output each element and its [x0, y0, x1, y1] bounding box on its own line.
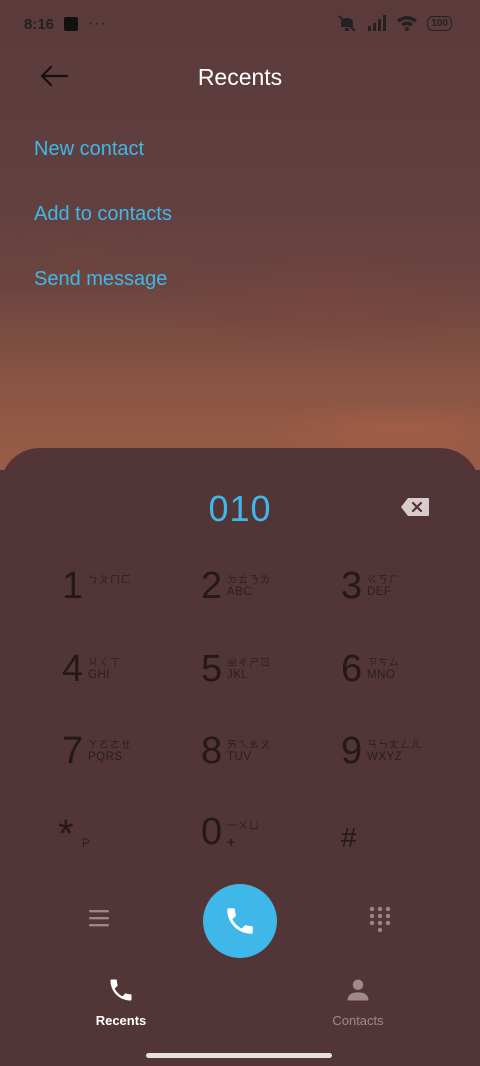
key-letters: ABC [227, 586, 253, 598]
key-bopomofo: ㄐㄑㄒ [88, 658, 121, 669]
key-digit: 2 [201, 565, 223, 607]
dialer-sheet: 010 1 ㄅㄆㄇㄈ 2 ㄉㄊㄋㄌ ABC 3 ㄍㄎㄏ DEF 4 ㄐㄑㄒ GH… [0, 448, 480, 1066]
top-bar: Recents [0, 52, 480, 102]
key-bopomofo: ㄗㄘㄙ [367, 658, 400, 669]
call-button[interactable] [203, 884, 277, 958]
key-digit: 6 [341, 648, 363, 690]
key-bopomofo: 一ㄨㄩ [227, 821, 260, 832]
key-letters: JKL [227, 669, 249, 681]
send-message-link[interactable]: Send message [34, 264, 172, 329]
key-6[interactable]: 6 ㄗㄘㄙ MNO [341, 641, 480, 711]
tab-recents-label: Recents [95, 1013, 147, 1028]
key-5[interactable]: 5 ㄓㄔㄕㄖ JKL [201, 641, 341, 711]
key-letters: DEF [367, 586, 392, 598]
signal-icon [368, 15, 387, 31]
key-letters: MNO [367, 669, 396, 681]
key-digit: 3 [341, 565, 363, 607]
battery-icon: 100 [427, 15, 452, 31]
menu-button[interactable] [88, 908, 112, 930]
bottom-nav: Recents Contacts [0, 976, 480, 1036]
backspace-button[interactable] [400, 497, 432, 519]
more-notifications-icon: ··· [88, 15, 108, 32]
key-digit: # [341, 822, 357, 853]
tab-contacts[interactable]: Contacts [298, 976, 418, 1032]
phone-icon [110, 979, 132, 1001]
page-title: Recents [197, 64, 283, 90]
key-bopomofo: ㄞㄟㄠㄡ [227, 740, 271, 751]
key-0[interactable]: 0 一ㄨㄩ + [201, 804, 341, 874]
new-contact-link[interactable]: New contact [34, 134, 172, 199]
key-bopomofo: ㄚㄛㄜㄝ [88, 740, 132, 751]
key-star[interactable]: * P [58, 804, 198, 874]
key-digit: * [58, 812, 74, 856]
key-4[interactable]: 4 ㄐㄑㄒ GHI [62, 641, 202, 711]
notification-square-icon [64, 17, 79, 31]
key-7[interactable]: 7 ㄚㄛㄜㄝ PQRS [62, 723, 202, 793]
key-digit: 5 [201, 648, 223, 690]
key-bopomofo: ㄢㄣㄤㄥㄦ [367, 740, 422, 751]
key-letters: + [227, 834, 236, 850]
key-letters: PQRS [88, 751, 123, 763]
tab-contacts-label: Contacts [332, 1013, 384, 1028]
key-letters: P [82, 838, 91, 850]
key-digit: 0 [201, 811, 223, 853]
status-bar: 8:16 ··· 100 [0, 0, 480, 50]
number-actions: New contact Add to contacts Send message [34, 134, 172, 329]
key-1[interactable]: 1 ㄅㄆㄇㄈ [62, 558, 202, 628]
key-bopomofo: ㄍㄎㄏ [367, 575, 400, 586]
dialpad-icon [369, 906, 391, 933]
key-digit: 4 [62, 648, 84, 690]
person-icon [347, 979, 369, 1001]
key-8[interactable]: 8 ㄞㄟㄠㄡ TUV [201, 723, 341, 793]
key-bopomofo: ㄅㄆㄇㄈ [88, 575, 132, 586]
key-digit: 7 [62, 730, 84, 772]
key-hash[interactable]: # [341, 804, 480, 874]
key-3[interactable]: 3 ㄍㄎㄏ DEF [341, 558, 480, 628]
key-letters: GHI [88, 669, 110, 681]
status-time: 8:16 [24, 15, 55, 33]
key-bopomofo: ㄓㄔㄕㄖ [227, 658, 271, 669]
add-to-contacts-link[interactable]: Add to contacts [34, 199, 172, 264]
key-digit: 9 [341, 730, 363, 772]
home-indicator[interactable] [146, 1053, 332, 1058]
key-bopomofo: ㄉㄊㄋㄌ [227, 575, 271, 586]
phone-icon [227, 908, 253, 934]
tab-recents[interactable]: Recents [61, 976, 181, 1032]
key-digit: 8 [201, 730, 223, 772]
dialer-controls [0, 884, 480, 964]
menu-icon [89, 910, 109, 927]
key-9[interactable]: 9 ㄢㄣㄤㄥㄦ WXYZ [341, 723, 480, 793]
wifi-icon [397, 16, 418, 31]
hide-dialpad-button[interactable] [368, 906, 392, 934]
key-digit: 1 [62, 565, 84, 607]
key-2[interactable]: 2 ㄉㄊㄋㄌ ABC [201, 558, 341, 628]
key-letters: WXYZ [367, 751, 403, 763]
dnd-off-icon [338, 15, 356, 32]
backspace-icon [401, 498, 429, 516]
key-letters: TUV [227, 751, 252, 763]
